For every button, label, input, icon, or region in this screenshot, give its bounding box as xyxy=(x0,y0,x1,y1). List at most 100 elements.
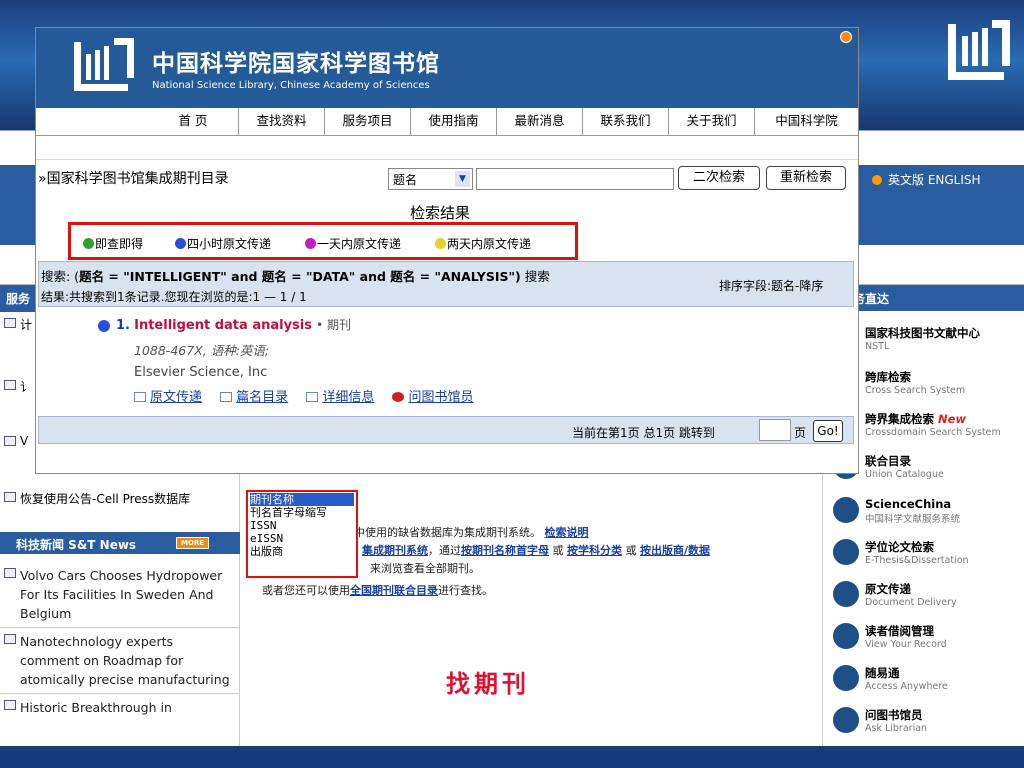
dropdown-option[interactable]: eISSN xyxy=(250,532,354,545)
pagination-bar: 当前在第1页 总1页 跳转到 页 Go! xyxy=(38,416,854,444)
search-field-select[interactable]: 题名 ▼ xyxy=(388,168,473,190)
english-version-link[interactable]: 英文版 ENGLISH xyxy=(872,171,981,188)
blue-ball-icon xyxy=(175,238,186,249)
green-ball-icon xyxy=(83,238,94,249)
slide-footer-bar xyxy=(0,746,1024,768)
nav-cas[interactable]: 中国科学院 xyxy=(754,108,858,135)
service-nstl[interactable]: 国家科技图书文献中心 NSTL xyxy=(833,325,1023,365)
help-line-2: 集成期刊系统，通过按期刊名称首字母 或 按学科分类 或 按出版商/数据 xyxy=(362,544,711,557)
nav-home[interactable]: 首 页 xyxy=(148,108,238,135)
service-thesis[interactable]: 学位论文检索 E-Thesis&Dissertation xyxy=(833,539,1023,579)
library-title: 中国科学院国家科学图书馆 xyxy=(152,50,440,77)
nav-about[interactable]: 关于我们 xyxy=(668,108,754,135)
orange-dot-icon xyxy=(872,175,882,185)
article-list-link[interactable]: 篇名目录 xyxy=(236,390,288,405)
service-sciencechina[interactable]: ScienceChina 中国科学文献服务系统 xyxy=(833,497,1023,537)
thesis-icon xyxy=(833,539,859,565)
service-reader-record[interactable]: 读者借阅管理 View Your Record xyxy=(833,623,1023,663)
search-input[interactable] xyxy=(476,168,674,190)
dropdown-option[interactable]: 期刊名称 xyxy=(250,493,354,506)
nav-news[interactable]: 最新消息 xyxy=(496,108,582,135)
news-list: Volvo Cars Chooses Hydropower For Its Fa… xyxy=(0,562,240,721)
help-line-4: 或者您还可以使用全国期刊联合目录进行查找。 xyxy=(262,584,493,597)
nav-find-resources[interactable]: 查找资料 xyxy=(238,108,324,135)
document-icon xyxy=(4,380,16,390)
result-count: 结果:共搜索到1条记录.您现在浏览的是:1 — 1 / 1 xyxy=(41,290,307,304)
nsl-logo-icon xyxy=(74,38,134,91)
record-title: 1. Intelligent data analysis • 期刊 xyxy=(116,318,352,333)
ask-librarian-link[interactable]: 问图书馆员 xyxy=(408,390,473,405)
news-icon xyxy=(4,568,16,578)
service-crossdomain[interactable]: 跨界集成检索 New Crossdomain Search System xyxy=(833,411,1023,451)
news-more-button[interactable]: MORE xyxy=(176,537,210,549)
library-header: 中国科学院国家科学图书馆 National Science Library, C… xyxy=(36,28,858,108)
chevron-down-icon[interactable]: ▼ xyxy=(455,171,470,187)
page-jump-input[interactable] xyxy=(759,419,791,441)
dropdown-option[interactable]: ISSN xyxy=(250,519,354,532)
envelope-icon xyxy=(134,392,146,402)
integrated-journal-link[interactable]: 集成期刊系统 xyxy=(362,544,428,557)
document-icon xyxy=(4,436,16,446)
nsl-logo-icon xyxy=(948,20,1010,80)
library-subtitle: National Science Library, Chinese Academ… xyxy=(152,80,430,91)
nav-contact[interactable]: 联系我们 xyxy=(582,108,668,135)
query-summary-bar: 搜索: (题名 = "INTELLIGENT" and 题名 = "DATA" … xyxy=(38,261,854,307)
field-dropdown-list[interactable]: 期刊名称 刊名首字母缩写 ISSN eISSN 出版商 xyxy=(246,490,358,578)
close-icon[interactable] xyxy=(840,31,852,43)
breadcrumb: »国家科学图书馆集成期刊目录 xyxy=(38,171,229,187)
main-nav: 首 页 查找资料 服务项目 使用指南 最新消息 联系我们 关于我们 中国科学院 xyxy=(36,108,858,136)
sub-nav-bar xyxy=(36,136,858,160)
results-heading: 检索结果 xyxy=(410,204,471,222)
service-document-delivery[interactable]: 原文传递 Document Delivery xyxy=(833,581,1023,621)
nav-services[interactable]: 服务项目 xyxy=(324,108,410,135)
service-ask-librarian[interactable]: 问图书馆员 Ask Librarian xyxy=(833,707,1023,747)
news-icon xyxy=(4,634,16,644)
page-unit: 页 xyxy=(794,426,807,440)
union-catalogue-link[interactable]: 全国期刊联合目录 xyxy=(350,584,438,597)
secondary-search-button[interactable]: 二次检索 xyxy=(678,166,760,190)
legend-four-hours: 四小时原文传递 xyxy=(175,235,271,252)
sort-field[interactable]: 排序字段:题名-降序 xyxy=(719,277,823,294)
search-help-link[interactable]: 检索说明 xyxy=(545,526,589,539)
dropdown-option[interactable]: 出版商 xyxy=(250,545,354,558)
page-info: 当前在第1页 总1页 跳转到 xyxy=(572,426,715,440)
access-anywhere-icon xyxy=(833,665,859,691)
reader-record-icon xyxy=(833,623,859,649)
record-publisher: Elsevier Science, Inc xyxy=(134,365,268,380)
go-button[interactable]: Go! xyxy=(813,420,843,442)
yellow-ball-icon xyxy=(435,238,446,249)
query-text: 搜索: (题名 = "INTELLIGENT" and 题名 = "DATA" … xyxy=(41,269,550,284)
left-item-cell-press[interactable]: 恢复使用公告-Cell Press数据库 xyxy=(0,486,239,516)
legend-one-day: 一天内原文传递 xyxy=(305,235,401,252)
purple-ball-icon xyxy=(305,238,316,249)
details-link[interactable]: 详细信息 xyxy=(322,390,374,405)
sciencechina-icon xyxy=(833,497,859,523)
by-initial-link[interactable]: 按期刊名称首字母 xyxy=(461,544,549,557)
document-delivery-icon xyxy=(833,581,859,607)
news-item[interactable]: Historic Breakthrough in xyxy=(0,694,240,721)
new-search-button[interactable]: 重新检索 xyxy=(766,166,846,190)
new-badge: New xyxy=(938,412,967,426)
service-union-catalogue[interactable]: 联合目录 Union Catalogue xyxy=(833,453,1023,493)
document-icon xyxy=(4,318,16,328)
service-cross-search[interactable]: 跨库检索 Cross Search System xyxy=(833,369,1023,409)
record-links: 原文传递 篇名目录 详细信息 问图书馆员 xyxy=(134,386,487,405)
slide-caption: 找期刊 xyxy=(446,669,530,698)
blue-ball-icon xyxy=(98,320,110,332)
nav-guide[interactable]: 使用指南 xyxy=(410,108,496,135)
help-line-1: 中使用的缺省数据库为集成期刊系统。 检索说明 xyxy=(354,526,589,539)
by-publisher-link[interactable]: 按出版商/数据 xyxy=(640,544,710,557)
document-delivery-link[interactable]: 原文传递 xyxy=(150,390,202,405)
news-heading: 科技新闻 S&T News MORE xyxy=(0,532,240,554)
news-icon xyxy=(4,700,16,710)
news-item[interactable]: Volvo Cars Chooses Hydropower For Its Fa… xyxy=(0,562,240,628)
by-subject-link[interactable]: 按学科分类 xyxy=(567,544,622,557)
document-icon xyxy=(4,492,16,502)
page-icon xyxy=(220,392,233,402)
service-access-anywhere[interactable]: 随易通 Access Anywhere xyxy=(833,665,1023,705)
dropdown-option[interactable]: 刊名首字母缩写 xyxy=(250,506,354,519)
news-item[interactable]: Nanotechnology experts comment on Roadma… xyxy=(0,628,240,694)
legend-instant: 即查即得 xyxy=(83,235,143,252)
record-title-link[interactable]: Intelligent data analysis xyxy=(134,318,312,333)
legend-two-days: 两天内原文传递 xyxy=(435,235,531,252)
